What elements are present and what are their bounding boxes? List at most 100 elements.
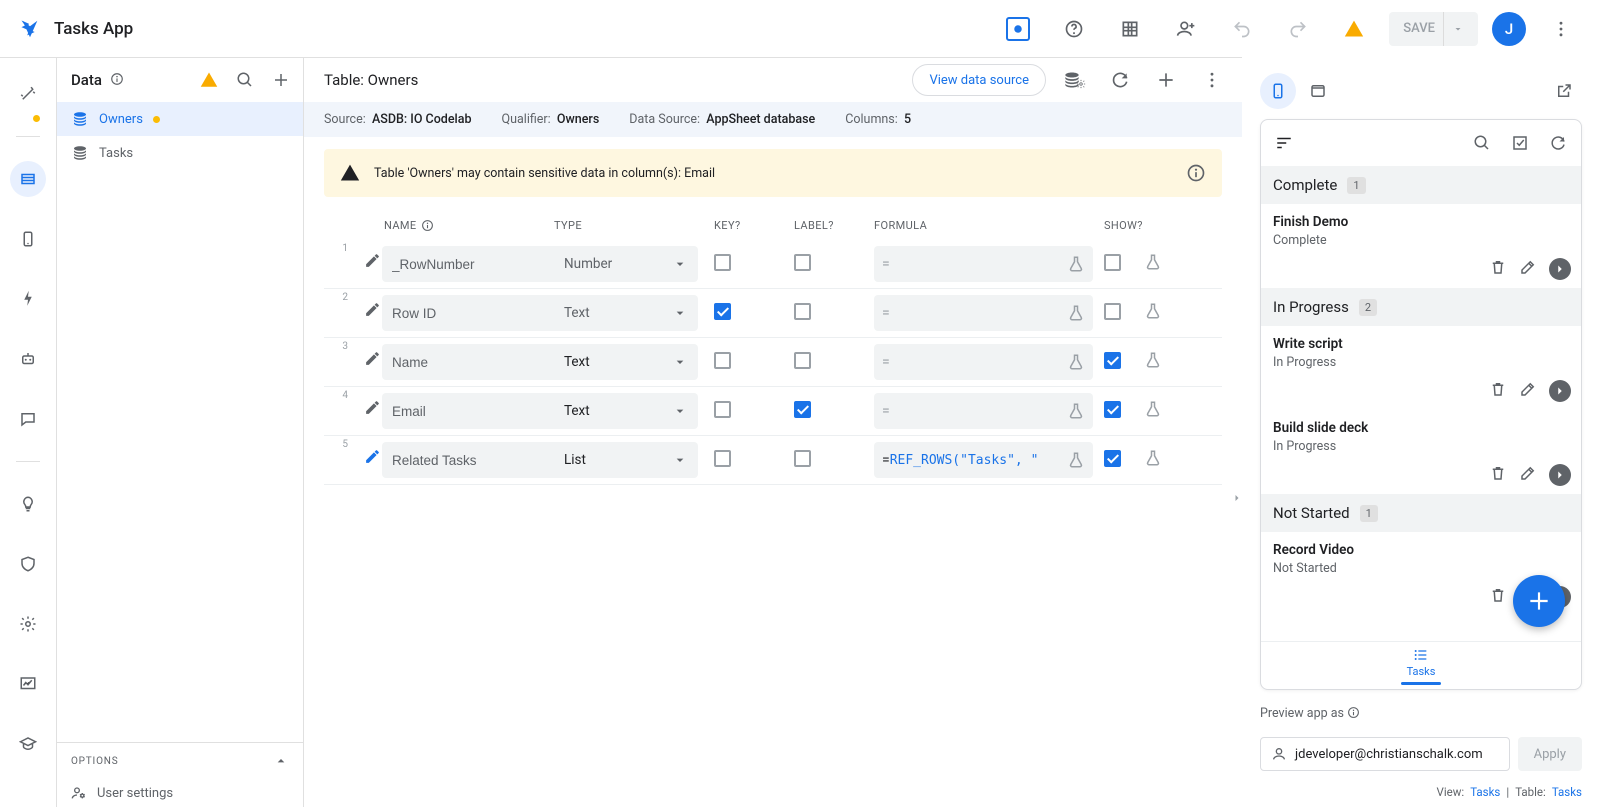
rail-learn-icon[interactable] bbox=[10, 726, 46, 762]
rail-security-icon[interactable] bbox=[10, 546, 46, 582]
key-checkbox[interactable] bbox=[714, 401, 731, 418]
flask-icon[interactable] bbox=[1144, 351, 1162, 369]
flask-icon[interactable] bbox=[1067, 353, 1085, 371]
rail-views-icon[interactable] bbox=[10, 221, 46, 257]
preview-tablet-icon[interactable] bbox=[1300, 73, 1336, 109]
warning-icon[interactable] bbox=[1333, 8, 1375, 50]
open-icon[interactable] bbox=[1549, 258, 1571, 280]
show-checkbox[interactable] bbox=[1104, 401, 1121, 418]
open-icon[interactable] bbox=[1549, 464, 1571, 486]
phone-list-item[interactable]: Finish DemoComplete bbox=[1261, 204, 1581, 288]
label-checkbox[interactable] bbox=[794, 450, 811, 467]
preview-open-icon[interactable] bbox=[1546, 73, 1582, 109]
flask-icon[interactable] bbox=[1067, 255, 1085, 273]
rail-magic-icon[interactable] bbox=[10, 76, 46, 112]
rail-manage-icon[interactable] bbox=[10, 666, 46, 702]
show-checkbox[interactable] bbox=[1104, 352, 1121, 369]
regenerate-icon[interactable] bbox=[1056, 62, 1092, 98]
help-icon[interactable] bbox=[1053, 8, 1095, 50]
panel-warning-icon[interactable] bbox=[195, 66, 223, 94]
flask-icon[interactable] bbox=[1067, 402, 1085, 420]
flask-icon[interactable] bbox=[1067, 304, 1085, 322]
formula-input[interactable]: = bbox=[874, 344, 1093, 380]
formula-input[interactable]: = bbox=[874, 246, 1093, 282]
open-icon[interactable] bbox=[1549, 380, 1571, 402]
phone-search-icon[interactable] bbox=[1471, 132, 1493, 154]
collapse-preview-handle[interactable] bbox=[1231, 488, 1243, 512]
table-item-owners[interactable]: Owners bbox=[57, 102, 303, 136]
panel-search-icon[interactable] bbox=[231, 66, 259, 94]
save-button[interactable]: SAVE bbox=[1389, 12, 1478, 46]
rail-chat-icon[interactable] bbox=[10, 401, 46, 437]
key-checkbox[interactable] bbox=[714, 450, 731, 467]
phone-tab-tasks[interactable]: Tasks bbox=[1261, 641, 1581, 689]
formula-input[interactable]: = bbox=[874, 393, 1093, 429]
refresh-icon[interactable] bbox=[1102, 62, 1138, 98]
flask-icon[interactable] bbox=[1144, 400, 1162, 418]
key-checkbox[interactable] bbox=[714, 303, 731, 320]
label-checkbox[interactable] bbox=[794, 254, 811, 271]
phone-list-item[interactable]: Write scriptIn Progress bbox=[1261, 326, 1581, 410]
column-type-select[interactable]: List bbox=[554, 442, 698, 478]
column-name-input[interactable] bbox=[382, 246, 562, 282]
rail-settings-icon[interactable] bbox=[10, 606, 46, 642]
column-type-select[interactable]: Text bbox=[554, 344, 698, 380]
column-type-select[interactable]: Text bbox=[554, 393, 698, 429]
panel-add-icon[interactable] bbox=[267, 66, 295, 94]
label-checkbox[interactable] bbox=[794, 401, 811, 418]
avatar[interactable]: J bbox=[1492, 12, 1526, 46]
phone-sort-icon[interactable] bbox=[1273, 132, 1295, 154]
flask-icon[interactable] bbox=[1144, 449, 1162, 467]
edit-row-icon[interactable] bbox=[358, 295, 386, 323]
phone-refresh-icon[interactable] bbox=[1547, 132, 1569, 154]
column-name-input[interactable] bbox=[382, 393, 562, 429]
share-icon[interactable] bbox=[1165, 8, 1207, 50]
preview-user-select[interactable]: jdeveloper@christianschalk.com bbox=[1260, 737, 1510, 771]
edit-row-icon[interactable] bbox=[358, 442, 386, 470]
label-checkbox[interactable] bbox=[794, 352, 811, 369]
formula-input[interactable]: = REF_ROWS("Tasks", " bbox=[874, 442, 1093, 478]
trash-icon[interactable] bbox=[1489, 380, 1507, 398]
options-header[interactable]: OPTIONS bbox=[57, 743, 303, 779]
redo-icon[interactable] bbox=[1277, 8, 1319, 50]
rail-intelligence-icon[interactable] bbox=[10, 486, 46, 522]
formula-input[interactable]: = bbox=[874, 295, 1093, 331]
phone-select-icon[interactable] bbox=[1509, 132, 1531, 154]
rail-data-icon[interactable] bbox=[10, 161, 46, 197]
label-checkbox[interactable] bbox=[794, 303, 811, 320]
flask-icon[interactable] bbox=[1067, 451, 1085, 469]
edit-row-icon[interactable] bbox=[358, 344, 386, 372]
add-column-icon[interactable] bbox=[1148, 62, 1184, 98]
edit-row-icon[interactable] bbox=[358, 393, 386, 421]
flask-icon[interactable] bbox=[1144, 253, 1162, 271]
phone-list-item[interactable]: Build slide deckIn Progress bbox=[1261, 410, 1581, 494]
edit-icon[interactable] bbox=[1519, 258, 1537, 276]
preview-phone-icon[interactable] bbox=[1260, 73, 1296, 109]
editor-overflow-icon[interactable] bbox=[1194, 62, 1230, 98]
preview-box-icon[interactable] bbox=[997, 8, 1039, 50]
column-name-input[interactable] bbox=[382, 442, 562, 478]
column-name-input[interactable] bbox=[382, 344, 562, 380]
rail-actions-icon[interactable] bbox=[10, 281, 46, 317]
flask-icon[interactable] bbox=[1144, 302, 1162, 320]
show-checkbox[interactable] bbox=[1104, 254, 1121, 271]
show-checkbox[interactable] bbox=[1104, 303, 1121, 320]
info-icon[interactable] bbox=[110, 72, 126, 88]
column-type-select[interactable]: Number bbox=[554, 246, 698, 282]
overflow-menu-icon[interactable] bbox=[1540, 8, 1582, 50]
edit-icon[interactable] bbox=[1519, 464, 1537, 482]
user-settings-item[interactable]: User settings bbox=[57, 779, 303, 807]
show-checkbox[interactable] bbox=[1104, 450, 1121, 467]
edit-row-icon[interactable] bbox=[358, 246, 386, 274]
versions-icon[interactable] bbox=[1109, 8, 1151, 50]
key-checkbox[interactable] bbox=[714, 254, 731, 271]
key-checkbox[interactable] bbox=[714, 352, 731, 369]
trash-icon[interactable] bbox=[1489, 258, 1507, 276]
apply-button[interactable]: Apply bbox=[1518, 737, 1582, 771]
column-name-input[interactable] bbox=[382, 295, 562, 331]
undo-icon[interactable] bbox=[1221, 8, 1263, 50]
view-data-source-button[interactable]: View data source bbox=[912, 64, 1046, 96]
rail-bots-icon[interactable] bbox=[10, 341, 46, 377]
column-type-select[interactable]: Text bbox=[554, 295, 698, 331]
fab-add-button[interactable] bbox=[1513, 575, 1565, 627]
